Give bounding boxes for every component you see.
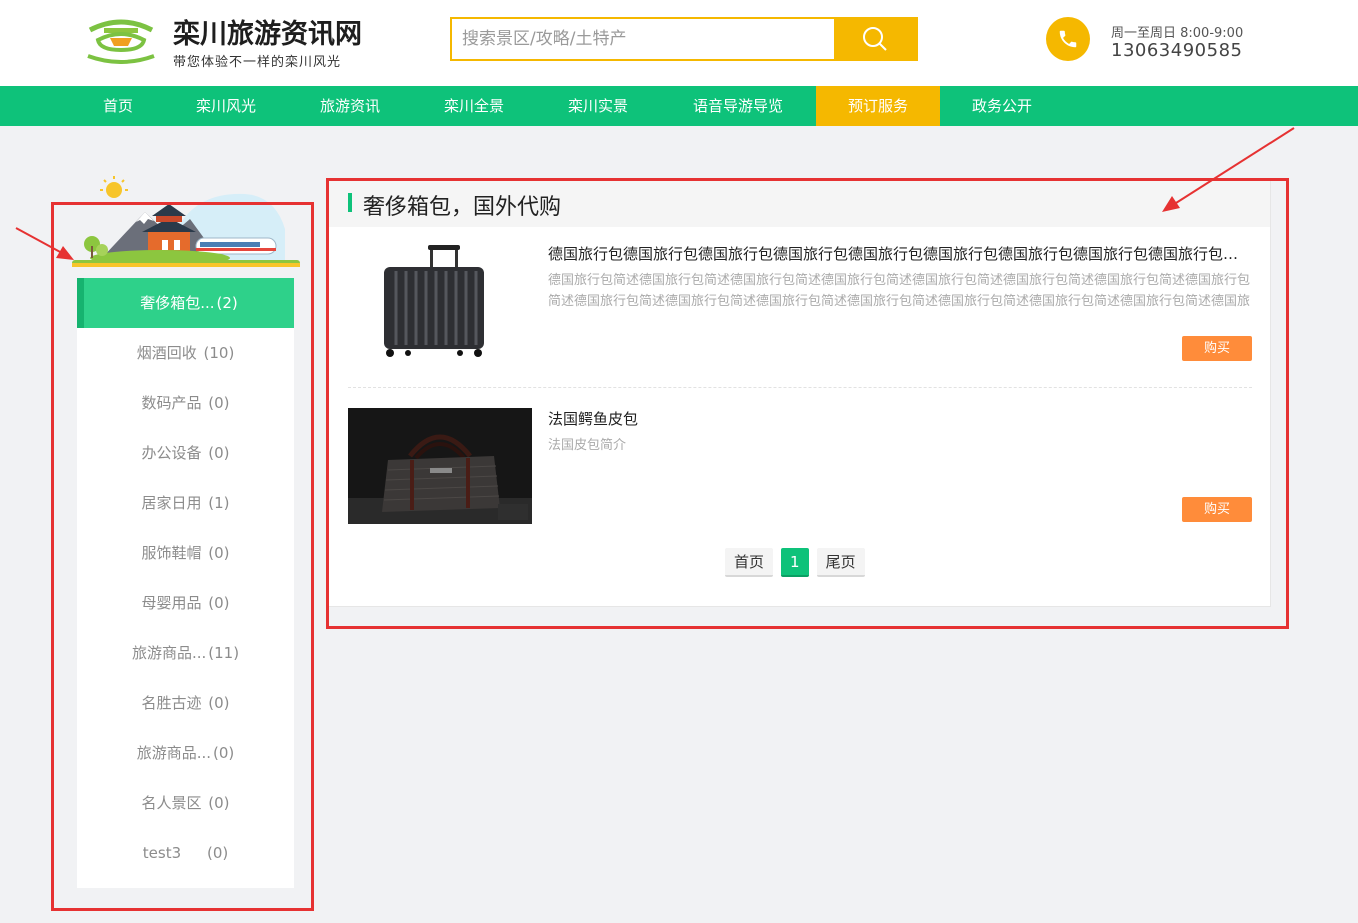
category-item[interactable]: 居家日用 (1) [77, 478, 294, 528]
category-label: test3 [142, 844, 182, 862]
search-input[interactable] [452, 19, 834, 59]
product-name[interactable]: 德国旅行包德国旅行包德国旅行包德国旅行包德国旅行包德国旅行包德国旅行包德国旅行包… [548, 243, 1252, 264]
search-icon [863, 27, 887, 51]
pagination: 首页 1 尾页 [725, 548, 865, 578]
product-item: 法国鳄鱼皮包 法国皮包简介 购买 [348, 408, 1252, 526]
category-label: 办公设备 [141, 444, 202, 462]
page-number-button[interactable]: 1 [781, 548, 809, 577]
nav-item-live-view[interactable]: 栾川实景 [554, 86, 642, 126]
page-title: 奢侈箱包，国外代购 [363, 195, 562, 220]
category-label: 奢侈箱包... [140, 294, 215, 312]
category-label: 旅游商品... [131, 644, 207, 662]
title-accent-bar [348, 193, 352, 212]
nav-item-panorama[interactable]: 栾川全景 [430, 86, 518, 126]
category-sidebar: 奢侈箱包... (2) 烟酒回收 (10) 数码产品 (0) 办公设备 (0) 居… [77, 278, 294, 888]
phone-number: 13063490585 [1111, 40, 1243, 61]
category-label: 名胜古迹 [141, 694, 202, 712]
category-item[interactable]: 旅游商品... (0) [77, 728, 294, 778]
category-count: (0) [213, 744, 235, 762]
search-button[interactable] [834, 19, 916, 59]
category-item[interactable]: 办公设备 (0) [77, 428, 294, 478]
category-count: (0) [208, 444, 230, 462]
category-count: (0) [206, 844, 229, 862]
first-page-button[interactable]: 首页 [725, 548, 774, 577]
category-item[interactable]: 烟酒回收 (10) [77, 328, 294, 378]
buy-button[interactable]: 购买 [1182, 336, 1252, 361]
nav-item-scenery[interactable]: 栾川风光 [182, 86, 270, 126]
product-description: 德国旅行包简述德国旅行包简述德国旅行包简述德国旅行包简述德国旅行包简述德国旅行包… [548, 273, 1251, 309]
nav-item-news[interactable]: 旅游资讯 [306, 86, 394, 126]
category-label: 居家日用 [141, 494, 202, 512]
nav-item-home[interactable]: 首页 [78, 86, 158, 126]
category-item[interactable]: 名胜古迹 (0) [77, 678, 294, 728]
site-header: 栾川旅游资讯网 带您体验不一样的栾川风光 周一至周日 8:00-9:00 130… [0, 0, 1358, 86]
product-description: 法国皮包简介 [548, 438, 627, 453]
category-label: 服饰鞋帽 [141, 544, 202, 562]
last-page-button[interactable]: 尾页 [816, 548, 865, 577]
product-item: 德国旅行包德国旅行包德国旅行包德国旅行包德国旅行包德国旅行包德国旅行包德国旅行包… [348, 243, 1252, 363]
category-count: (0) [208, 394, 230, 412]
category-label: 母婴用品 [141, 594, 202, 612]
product-image-handbag[interactable] [348, 408, 532, 524]
category-count: (0) [208, 694, 230, 712]
category-item[interactable]: 旅游商品... (11) [77, 628, 294, 678]
nav-item-audio-guide[interactable]: 语音导游导览 [678, 86, 798, 126]
category-count: (2) [216, 294, 238, 312]
travel-illustration [72, 176, 300, 267]
category-count: (10) [203, 344, 235, 362]
product-image-suitcase[interactable] [348, 243, 532, 358]
product-divider [348, 387, 1252, 388]
category-item[interactable]: 数码产品 (0) [77, 378, 294, 428]
category-item[interactable]: 服饰鞋帽 (0) [77, 528, 294, 578]
panel-header: 奢侈箱包，国外代购 [329, 181, 1270, 227]
product-panel: 奢侈箱包，国外代购 德国旅行包德国旅行包德国旅行包德国旅行包德国旅行包德国旅行包… [328, 180, 1271, 607]
category-item[interactable]: test3 (0) [77, 828, 294, 878]
category-label: 数码产品 [141, 394, 202, 412]
site-slogan: 带您体验不一样的栾川风光 [173, 55, 342, 70]
product-name[interactable]: 法国鳄鱼皮包 [548, 408, 1252, 429]
category-count: (0) [208, 594, 230, 612]
category-label: 旅游商品... [136, 744, 212, 762]
category-item[interactable]: 名人景区 (0) [77, 778, 294, 828]
phone-icon [1046, 17, 1090, 61]
site-title[interactable]: 栾川旅游资讯网 [173, 12, 362, 51]
main-nav: 首页 栾川风光 旅游资讯 栾川全景 栾川实景 语音导游导览 预订服务 政务公开 [0, 86, 1358, 126]
logo-icon[interactable] [84, 16, 158, 64]
category-label: 烟酒回收 [136, 344, 197, 362]
category-label: 名人景区 [141, 794, 202, 812]
category-count: (1) [208, 494, 230, 512]
service-hours: 周一至周日 8:00-9:00 [1111, 26, 1244, 41]
category-count: (0) [208, 544, 230, 562]
nav-item-booking[interactable]: 预订服务 [816, 86, 940, 126]
category-count: (0) [208, 794, 230, 812]
search-box [450, 17, 918, 61]
nav-item-government[interactable]: 政务公开 [958, 86, 1046, 126]
category-count: (11) [208, 644, 240, 662]
category-item[interactable]: 奢侈箱包... (2) [77, 278, 294, 328]
buy-button[interactable]: 购买 [1182, 497, 1252, 522]
category-item[interactable]: 母婴用品 (0) [77, 578, 294, 628]
